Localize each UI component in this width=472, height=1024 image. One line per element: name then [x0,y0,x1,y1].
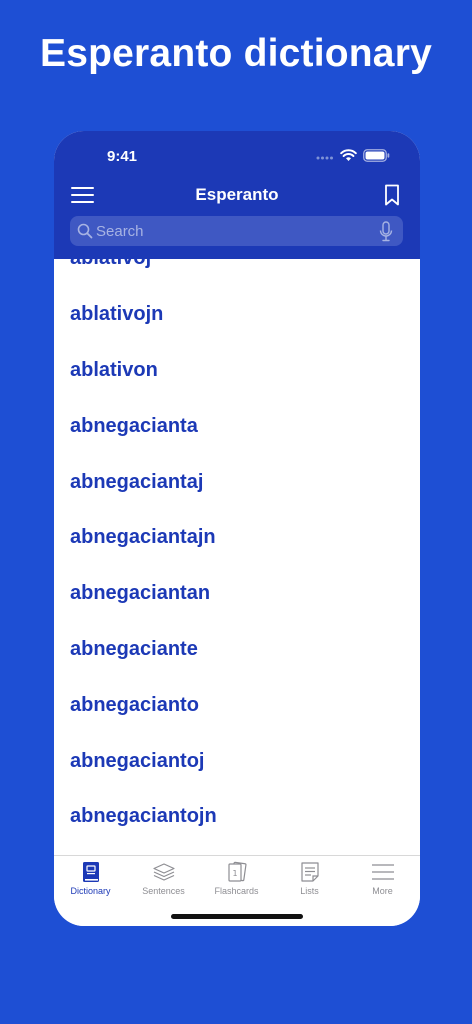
tab-lists[interactable]: Lists [273,861,346,901]
word-list-item[interactable]: abnegaciante [70,634,400,664]
tab-label: More [372,886,393,896]
wifi-icon [340,149,357,161]
tab-label: Dictionary [70,886,111,896]
dictionary-icon [82,862,99,882]
word-list-item[interactable]: abnegaciantajn [70,522,400,552]
tab-label: Flashcards [214,886,259,896]
status-icons [316,149,390,162]
word-list-item[interactable]: abnegaciantoj [70,746,400,776]
more-icon [371,864,394,880]
word-list-item[interactable]: abnegaciantan [70,578,400,608]
word-list-item[interactable]: ablativojn [70,299,400,329]
status-time: 9:41 [107,148,138,165]
lists-icon [300,862,319,882]
word-list-item[interactable]: ablativon [70,355,400,385]
app-header: 9:41 Esperanto [54,131,420,259]
tab-label: Sentences [142,886,185,896]
flashcards-icon: 1 [227,861,247,882]
home-indicator [171,914,303,919]
tab-sentences[interactable]: Sentences [127,861,200,901]
search-bar[interactable] [70,216,403,246]
microphone-icon[interactable] [379,221,393,242]
page-title: Esperanto [195,185,279,204]
tab-more[interactable]: More [346,861,419,901]
svg-text:1: 1 [232,869,237,878]
word-list-item[interactable]: abnegacianta [70,411,400,441]
word-list-item[interactable]: abnegaciantaj [70,467,400,497]
battery-icon [363,149,390,162]
search-input[interactable] [96,216,366,246]
word-list: ablativoj ablativojn ablativon abnegacia… [54,259,420,855]
tab-dictionary[interactable]: Dictionary [54,861,127,901]
word-list-item[interactable]: ablativoj [70,259,400,273]
tab-flashcards[interactable]: 1 Flashcards [200,861,273,901]
cellular-signal-icon [316,156,333,159]
tab-label: Lists [300,886,319,896]
search-icon [77,223,93,239]
bookmark-button[interactable] [384,184,400,206]
phone-screen: 9:41 Esperanto Search ablativojn ablativ… [54,131,420,926]
sentences-icon [152,863,175,881]
word-list-item[interactable]: abnegaciantojn [70,801,400,831]
word-list-item[interactable]: abnegacianto [70,690,400,720]
promo-title: Esperanto dictionary [40,32,432,75]
